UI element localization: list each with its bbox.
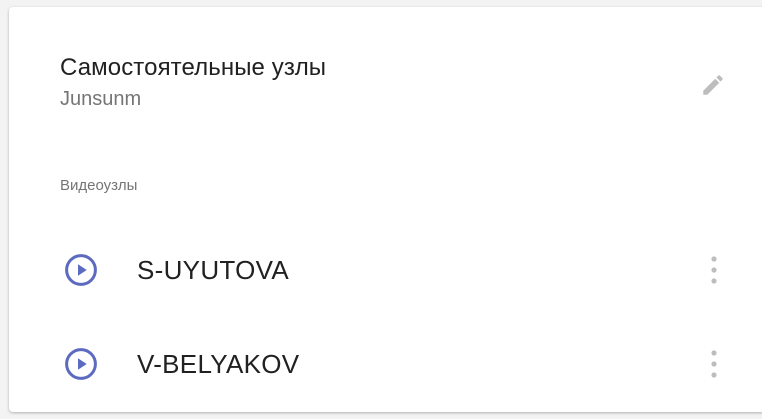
list-item-node[interactable]: S-UYUTOVA xyxy=(9,223,762,317)
node-menu-button[interactable] xyxy=(699,248,729,292)
pencil-icon xyxy=(703,75,723,95)
play-button[interactable] xyxy=(61,250,101,290)
node-name: S-UYUTOVA xyxy=(137,255,289,285)
card-subtitle: Junsunm xyxy=(60,88,142,110)
video-node-list: S-UYUTOVA V-BELYAKOV xyxy=(9,223,762,411)
more-vertical-icon xyxy=(711,256,717,284)
card-title: Самостоятельные узлы xyxy=(60,54,327,81)
section-label-video-nodes: Видеоузлы xyxy=(60,177,138,194)
play-circle-icon xyxy=(65,348,97,380)
node-menu-button[interactable] xyxy=(699,342,729,386)
list-item-node[interactable]: V-BELYAKOV xyxy=(9,317,762,411)
node-name: V-BELYAKOV xyxy=(137,349,300,379)
more-vertical-icon xyxy=(711,350,717,378)
card-header: Самостоятельные узлы Junsunm xyxy=(60,53,762,111)
play-circle-icon xyxy=(65,254,97,286)
standalone-nodes-card: Самостоятельные узлы Junsunm Видеоузлы S… xyxy=(9,7,762,412)
edit-button[interactable] xyxy=(691,63,735,107)
play-button[interactable] xyxy=(61,344,101,384)
